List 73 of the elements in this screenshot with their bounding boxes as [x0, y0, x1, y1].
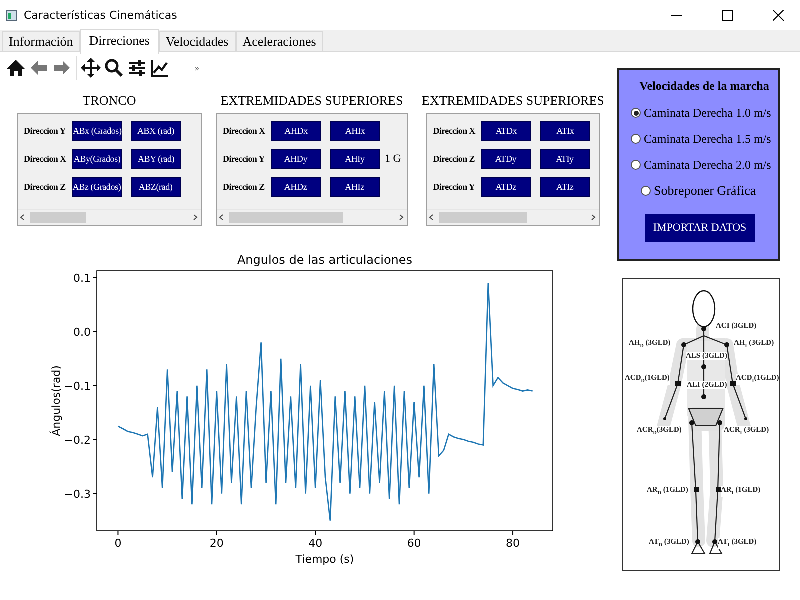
x-tick-label: 20: [210, 537, 224, 550]
x-tick-label: 80: [506, 537, 520, 550]
angle-button[interactable]: ATIx: [540, 121, 590, 141]
group-title: EXTREMIDADES SUPERIORES: [220, 93, 404, 110]
group-title: TRONCO: [82, 93, 136, 110]
angle-button[interactable]: ATDx: [481, 121, 532, 141]
angle-button[interactable]: ATIy: [540, 149, 590, 169]
angle-button[interactable]: ABz (Grados): [72, 177, 122, 197]
home-icon[interactable]: [6, 58, 26, 78]
x-tick-label: 40: [308, 537, 323, 550]
angle-button[interactable]: ATIz: [540, 177, 590, 197]
speed-option[interactable]: Caminata Derecha 1.0 m/s: [631, 100, 778, 126]
direction-label: Direccion Z: [433, 153, 475, 165]
chart-title: Angulos de las articulaciones: [237, 253, 413, 267]
option-label: Caminata Derecha 1.5 m/s: [644, 132, 772, 146]
direction-label: Direccion X: [223, 125, 266, 137]
angle-button[interactable]: AHDz: [270, 177, 321, 197]
x-tick-label: 0: [114, 537, 122, 550]
x-tick-label: 60: [407, 537, 422, 550]
angle-button[interactable]: AHIy: [330, 149, 380, 169]
option-label: Sobreponer Gráfica: [654, 183, 756, 199]
group-title: EXTREMIDADES SUPERIORES: [422, 93, 604, 110]
app-icon: [6, 10, 17, 20]
y-axis-label: Ángulos(rad): [50, 366, 63, 436]
window-title: Características Cinemáticas: [24, 8, 178, 22]
speed-option[interactable]: Caminata Derecha 1.5 m/s: [631, 126, 778, 152]
angle-button[interactable]: ABx (Grados): [72, 121, 122, 141]
option-label: Caminata Derecha 1.0 m/s: [644, 106, 772, 120]
direction-label: Direccion Y: [223, 153, 265, 165]
angle-button[interactable]: AHDy: [270, 149, 321, 169]
y-tick-label: −0.2: [64, 434, 91, 447]
move-icon[interactable]: [81, 58, 101, 78]
speed-option[interactable]: Caminata Derecha 2.0 m/s: [631, 152, 778, 178]
angle-button[interactable]: ABY (rad): [131, 149, 182, 169]
partial-text: 1 G: [384, 152, 402, 166]
direction-label: Direccion Y: [24, 125, 66, 137]
angle-button[interactable]: AHIz: [330, 177, 380, 197]
close-icon[interactable]: [772, 10, 784, 20]
overlay-option[interactable]: Sobreponer Gráfica: [641, 178, 778, 204]
y-tick-label: 0.0: [74, 326, 91, 339]
maximize-icon[interactable]: [722, 10, 732, 20]
tab[interactable]: Información: [2, 31, 80, 51]
direction-label: Direccion X: [24, 153, 66, 165]
forward-arrow-icon[interactable]: [52, 58, 72, 78]
y-tick-label: 0.1: [74, 272, 91, 285]
direction-label: Direccion Y: [433, 181, 476, 193]
tab[interactable]: Dirreciones: [80, 29, 159, 54]
angle-button[interactable]: ABy(Grados): [72, 149, 122, 169]
import-button[interactable]: IMPORTAR DATOS: [645, 214, 755, 242]
sliders-icon[interactable]: [127, 58, 147, 78]
more-tools[interactable]: »: [195, 63, 200, 73]
angle-button[interactable]: ABX (rad): [130, 121, 181, 141]
direction-label: Direccion Z: [24, 181, 66, 193]
radio-button[interactable]: [631, 134, 641, 144]
radio-button[interactable]: [641, 186, 651, 196]
y-tick-label: −0.3: [64, 488, 91, 501]
radio-button[interactable]: [631, 108, 641, 118]
angle-button[interactable]: AHIx: [330, 121, 380, 141]
radio-button[interactable]: [631, 160, 641, 170]
angle-button[interactable]: ABZ(rad): [130, 177, 181, 197]
x-axis-label: Tiempo (s): [296, 553, 354, 566]
angle-button[interactable]: ATDy: [480, 149, 531, 169]
angle-button[interactable]: AHDx: [271, 121, 322, 141]
zoom-icon[interactable]: [104, 58, 124, 78]
direction-label: Direccion Z: [223, 181, 265, 193]
tab[interactable]: Velocidades: [158, 31, 236, 51]
line-chart-icon[interactable]: [150, 58, 170, 78]
direction-label: Direccion X: [433, 125, 476, 137]
y-tick-label: −0.1: [64, 380, 91, 393]
angle-button[interactable]: ATDz: [481, 177, 532, 197]
option-label: Caminata Derecha 2.0 m/s: [644, 158, 772, 172]
tab[interactable]: Aceleraciones: [236, 31, 324, 51]
panel-title: Velocidades de la marcha: [638, 79, 770, 94]
